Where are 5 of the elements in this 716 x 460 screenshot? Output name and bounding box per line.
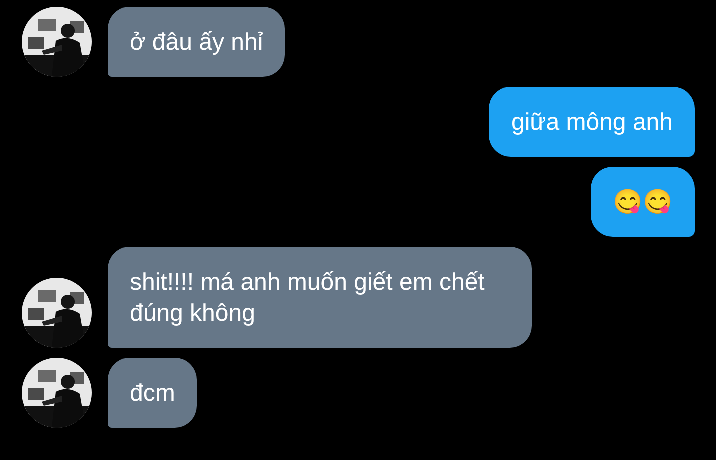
message-bubble: shit!!!! má anh muốn giết em chết đúng không	[108, 247, 532, 348]
message-bubble: 😋😋	[591, 167, 695, 237]
message-bubble: đcm	[108, 358, 198, 428]
message-bubble: ở đâu ấy nhỉ	[108, 7, 286, 77]
message-bubble: giữa mông anh	[489, 87, 695, 157]
